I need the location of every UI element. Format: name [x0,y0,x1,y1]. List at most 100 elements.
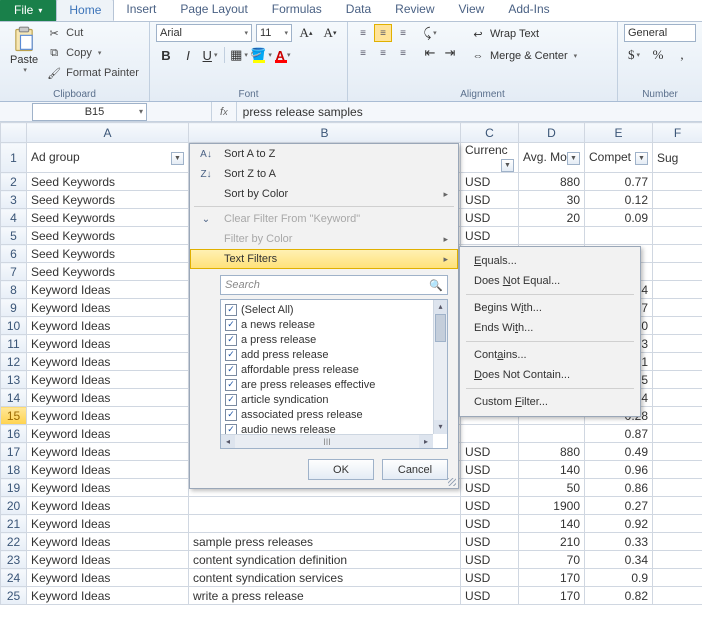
cell[interactable]: Keyword Ideas [27,569,189,587]
row-header[interactable]: 1 [1,143,27,173]
cell[interactable]: Seed Keywords [27,191,189,209]
cell[interactable]: Seed Keywords [27,263,189,281]
cell[interactable] [653,353,702,371]
cell[interactable] [653,389,702,407]
row-header[interactable]: 23 [1,551,27,569]
scroll-thumb[interactable] [435,314,446,342]
row-header[interactable]: 6 [1,245,27,263]
equals-item[interactable]: Equals... [460,251,640,271]
row-header[interactable]: 11 [1,335,27,353]
scroll-right-button[interactable]: ▸ [419,435,433,448]
cell[interactable]: Keyword Ideas [27,299,189,317]
cell[interactable] [653,227,702,245]
cell[interactable]: Keyword Ideas [27,281,189,299]
cell[interactable]: USD [461,479,519,497]
row-header[interactable]: 16 [1,425,27,443]
filter-dropdown-button[interactable]: ▼ [171,152,184,165]
name-box[interactable]: B15 [32,103,147,121]
custom-filter-item[interactable]: Custom Filter... [460,392,640,412]
cell[interactable]: USD [461,173,519,191]
filter-dropdown-button[interactable]: ▼ [635,152,648,165]
filter-check-item[interactable]: ✓(Select All) [225,302,429,317]
copy-button[interactable]: ⧉Copy▾ [46,44,139,62]
cell[interactable] [653,569,702,587]
cell[interactable]: 70 [519,551,585,569]
align-center-button[interactable]: ≡ [374,44,392,62]
cell[interactable]: 0.9 [585,569,653,587]
cell[interactable]: USD [461,569,519,587]
currency-button[interactable]: $▾ [624,46,644,64]
fx-icon[interactable]: fx [211,102,237,121]
tab-review[interactable]: Review [383,0,446,21]
col-header-E[interactable]: E [585,123,653,143]
cell[interactable]: 30 [519,191,585,209]
cell[interactable]: Keyword Ideas [27,497,189,515]
filter-dropdown-button[interactable]: ▼ [567,152,580,165]
tab-add-ins[interactable]: Add-Ins [496,0,561,21]
cell[interactable] [653,173,702,191]
cut-button[interactable]: ✂Cut [46,24,139,42]
cell[interactable]: USD [461,587,519,605]
cell[interactable]: 0.87 [585,425,653,443]
filter-check-item[interactable]: ✓a news release [225,317,429,332]
paste-button[interactable]: Paste▾ [6,24,42,76]
cell[interactable]: Keyword Ideas [27,533,189,551]
row-header[interactable]: 3 [1,191,27,209]
cell[interactable]: write a press release [189,587,461,605]
font-color-button[interactable]: A▾ [273,46,293,64]
cancel-button[interactable]: Cancel [382,459,448,480]
cell[interactable]: Keyword Ideas [27,407,189,425]
cell[interactable] [653,533,702,551]
sort-az-item[interactable]: A↓Sort A to Z [190,144,458,164]
sort-by-color-item[interactable]: Sort by Color▸ [190,184,458,204]
cell[interactable] [653,281,702,299]
cell[interactable] [519,425,585,443]
cell[interactable]: Keyword Ideas [27,551,189,569]
tab-insert[interactable]: Insert [114,0,168,21]
cell[interactable]: 140 [519,515,585,533]
cell[interactable]: Keyword Ideas [27,461,189,479]
cell[interactable] [653,515,702,533]
font-size-select[interactable]: 11▾ [256,24,292,42]
cell[interactable]: 0.09 [585,209,653,227]
row-header[interactable]: 20 [1,497,27,515]
cell[interactable]: Keyword Ideas [27,425,189,443]
cell[interactable] [519,227,585,245]
cell[interactable]: 0.77 [585,173,653,191]
row-header[interactable]: 15 [1,407,27,425]
cell[interactable]: 880 [519,443,585,461]
cell[interactable]: sample press releases [189,533,461,551]
contains-item[interactable]: Contains... [460,345,640,365]
filter-check-item[interactable]: ✓associated press release [225,407,429,422]
cell[interactable] [653,497,702,515]
cell[interactable]: Keyword Ideas [27,335,189,353]
col-header-D[interactable]: D [519,123,585,143]
cell[interactable]: 0.86 [585,479,653,497]
row-header[interactable]: 19 [1,479,27,497]
cell[interactable]: Seed Keywords [27,227,189,245]
col-header-F[interactable]: F [653,123,702,143]
cell[interactable]: 880 [519,173,585,191]
file-tab[interactable]: File▾ [0,0,56,21]
ok-button[interactable]: OK [308,459,374,480]
cell[interactable]: Avg. Mo▼ [519,143,585,173]
sort-za-item[interactable]: Z↓Sort Z to A [190,164,458,184]
cell[interactable] [653,317,702,335]
number-format-select[interactable]: General [624,24,696,42]
fill-color-button[interactable]: 🪣▾ [251,46,271,64]
cell[interactable] [653,191,702,209]
cell[interactable] [189,515,461,533]
filter-search-input[interactable]: Search🔍 [220,275,448,295]
wrap-text-button[interactable]: ↩Wrap Text [470,24,577,44]
cell[interactable] [653,371,702,389]
cell[interactable]: 50 [519,479,585,497]
filter-check-item[interactable]: ✓a press release [225,332,429,347]
row-header[interactable]: 13 [1,371,27,389]
increase-font-button[interactable]: A▴ [296,24,316,42]
cell[interactable]: Seed Keywords [27,245,189,263]
cell[interactable]: USD [461,443,519,461]
cell[interactable]: USD [461,227,519,245]
underline-button[interactable]: U▾ [200,46,220,64]
tab-page-layout[interactable]: Page Layout [168,0,259,21]
increase-indent-button[interactable]: ⇥ [440,44,460,62]
